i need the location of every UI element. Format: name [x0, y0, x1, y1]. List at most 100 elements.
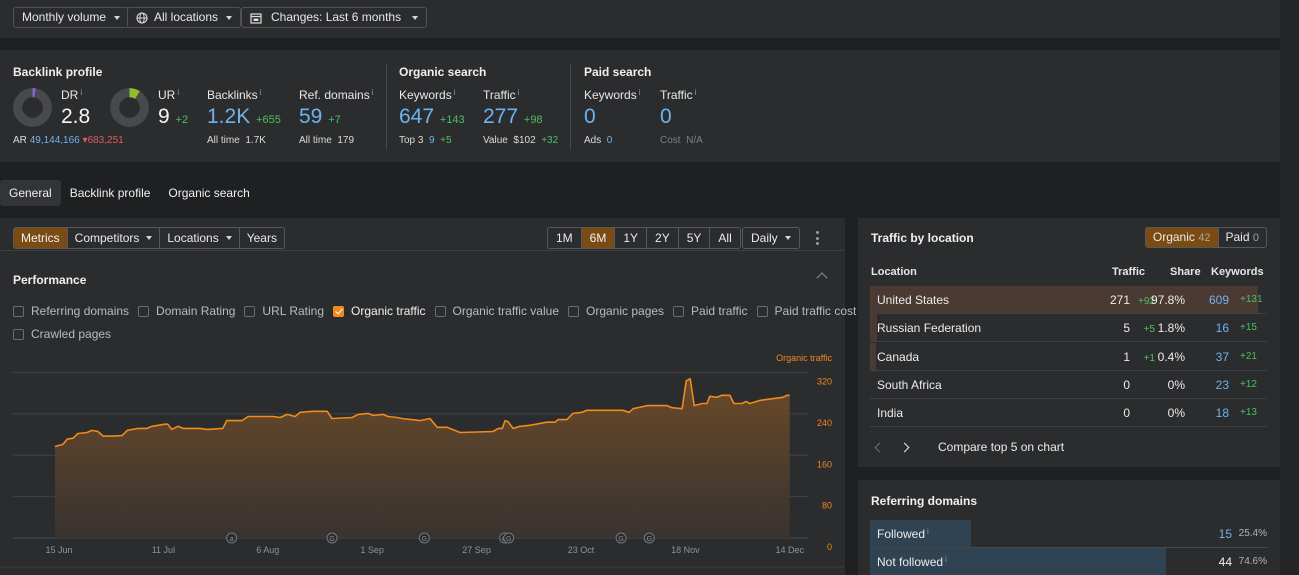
info-icon[interactable]: i	[518, 88, 520, 97]
chevron-down-icon	[114, 15, 121, 20]
dr-gauge	[13, 88, 52, 127]
google-update-icon[interactable]: G	[503, 532, 515, 544]
location-row[interactable]: Canada 1 +1 0.4% 37 +21	[870, 342, 1267, 371]
locations-dropdown[interactable]: All locations	[127, 7, 242, 28]
changes-dropdown[interactable]: Changes: Last 6 months	[241, 7, 428, 28]
chevron-down-icon	[412, 15, 419, 20]
info-icon[interactable]: i	[80, 88, 82, 97]
ref-domains-all-time: All time 179	[299, 135, 355, 146]
location-row[interactable]: South Africa 0 0% 23 +12	[870, 371, 1267, 399]
info-icon[interactable]: i	[372, 88, 374, 97]
scrollbar-track[interactable]	[1280, 0, 1299, 575]
x-tick-label: 15 Jun	[45, 545, 72, 555]
divider	[386, 64, 387, 150]
annotation-icon[interactable]: a	[226, 532, 238, 544]
location-row[interactable]: India 0 0% 18 +13	[870, 399, 1267, 428]
ref-domains-label[interactable]: Ref. domains i	[299, 88, 373, 102]
location-name: Russian Federation	[877, 321, 982, 336]
info-icon[interactable]: i	[260, 88, 262, 97]
column-header-traffic[interactable]: Traffic	[1112, 266, 1145, 278]
organic-traffic-area	[55, 378, 790, 538]
location-name: South Africa	[877, 377, 942, 392]
not-followed-row[interactable]: Not followed i 44 74.6%	[870, 548, 1267, 575]
keywords-delta: +12	[1240, 378, 1257, 390]
ar-value[interactable]: 49,144,166	[30, 135, 80, 146]
google-update-icon[interactable]: G	[326, 532, 338, 544]
calendar-icon	[250, 12, 262, 24]
y-tick-label: 0	[827, 542, 832, 552]
pagination: Compare top 5 on chart	[874, 440, 1064, 454]
info-icon[interactable]: i	[639, 88, 641, 97]
location-row[interactable]: Russian Federation 5 +5 1.8% 16 +15	[870, 314, 1267, 343]
svg-text:G: G	[422, 536, 427, 543]
traffic-by-location-panel: Traffic by location Organic 42 Paid 0 Lo…	[858, 218, 1280, 467]
ur-value: 9 +2	[158, 105, 189, 128]
traffic-by-location-title: Traffic by location	[871, 231, 974, 245]
column-header-keywords[interactable]: Keywords	[1211, 266, 1264, 278]
share-cell: 0.4%	[1157, 349, 1185, 364]
keywords-cell[interactable]: 16	[1216, 321, 1229, 335]
x-tick-label: 18 Nov	[671, 545, 700, 555]
svg-text:G: G	[329, 536, 334, 543]
column-header-share[interactable]: Share	[1170, 266, 1201, 278]
y-tick-label: 160	[817, 459, 832, 469]
chevron-down-icon	[226, 15, 233, 20]
volume-dropdown-label: Monthly volume	[22, 10, 107, 24]
tab-general[interactable]: General	[0, 180, 61, 206]
y-tick-label: 240	[817, 418, 832, 428]
x-tick-label: 27 Sep	[462, 545, 491, 555]
info-icon[interactable]: i	[927, 527, 929, 536]
keywords-cell[interactable]: 37	[1216, 350, 1229, 364]
ur-label[interactable]: UR i	[158, 88, 179, 102]
info-icon[interactable]: i	[945, 555, 947, 564]
volume-dropdown[interactable]: Monthly volume	[13, 7, 130, 28]
dr-value: 2.8	[61, 105, 91, 128]
svg-text:G: G	[618, 536, 623, 543]
paid-traffic-value[interactable]: 0	[660, 106, 672, 128]
keywords-cell[interactable]: 609	[1209, 293, 1229, 307]
chevron-right-icon[interactable]	[899, 442, 910, 452]
organic-toggle[interactable]: Organic 42	[1145, 228, 1219, 247]
organic-traffic-value-row: Value $102 +32	[483, 135, 559, 146]
info-icon[interactable]: i	[695, 88, 697, 97]
paid-toggle[interactable]: Paid 0	[1219, 228, 1266, 247]
keywords-delta: +21	[1240, 350, 1257, 362]
ur-delta: +2	[175, 114, 189, 126]
tab-organic-search[interactable]: Organic search	[159, 180, 258, 206]
organic-traffic-value[interactable]: 277 +98	[483, 106, 543, 131]
paid-keywords-value[interactable]: 0	[584, 106, 596, 128]
google-update-icon[interactable]: G	[615, 532, 627, 544]
paid-keywords-label[interactable]: Keywords i	[584, 88, 640, 102]
ref-domains-value[interactable]: 59 +7	[299, 106, 341, 131]
tab-backlink-profile[interactable]: Backlink profile	[61, 180, 160, 206]
info-icon[interactable]: i	[454, 88, 456, 97]
changes-dropdown-label: Changes: Last 6 months	[271, 10, 402, 24]
info-icon[interactable]: i	[177, 88, 179, 97]
performance-panel: Metrics Competitors Locations Years 1M 6…	[0, 218, 856, 575]
organic-keywords-label[interactable]: Keywords i	[399, 88, 455, 102]
ar-delta: ▾683,251	[82, 135, 124, 146]
share-bar	[870, 342, 876, 370]
location-name: India	[877, 406, 904, 421]
keywords-cell[interactable]: 18	[1216, 406, 1229, 420]
followed-row[interactable]: Followed i 15 25.4%	[870, 520, 1267, 548]
backlinks-label[interactable]: Backlinks i	[207, 88, 261, 102]
organic-traffic-label[interactable]: Traffic i	[483, 88, 519, 102]
dr-label[interactable]: DR i	[61, 88, 82, 102]
google-update-icon[interactable]: G	[643, 532, 655, 544]
keywords-cell[interactable]: 23	[1216, 378, 1229, 392]
backlinks-value[interactable]: 1.2K +655	[207, 106, 281, 131]
organic-traffic-chart[interactable]: 0 80 160 240 320 15 Jun 11 Jul 6 Aug 1 Sep 27 Sep…	[0, 218, 845, 575]
google-update-icon[interactable]: G	[418, 532, 430, 544]
chevron-left-icon[interactable]	[874, 442, 885, 452]
column-header-location[interactable]: Location	[871, 266, 917, 278]
location-row[interactable]: United States 271 +92 97.8% 609 +131	[870, 286, 1267, 314]
paid-search-title: Paid search	[584, 65, 652, 79]
x-tick-label: 23 Oct	[568, 545, 595, 555]
compare-top5-link[interactable]: Compare top 5 on chart	[938, 440, 1064, 454]
paid-traffic-label[interactable]: Traffic i	[660, 88, 696, 102]
x-tick-label: 14 Dec	[775, 545, 804, 555]
filter-bar: Monthly volume All locations Changes: La…	[0, 0, 1280, 38]
y-tick-label: 320	[817, 377, 832, 387]
organic-keywords-value[interactable]: 647 +143	[399, 106, 465, 131]
